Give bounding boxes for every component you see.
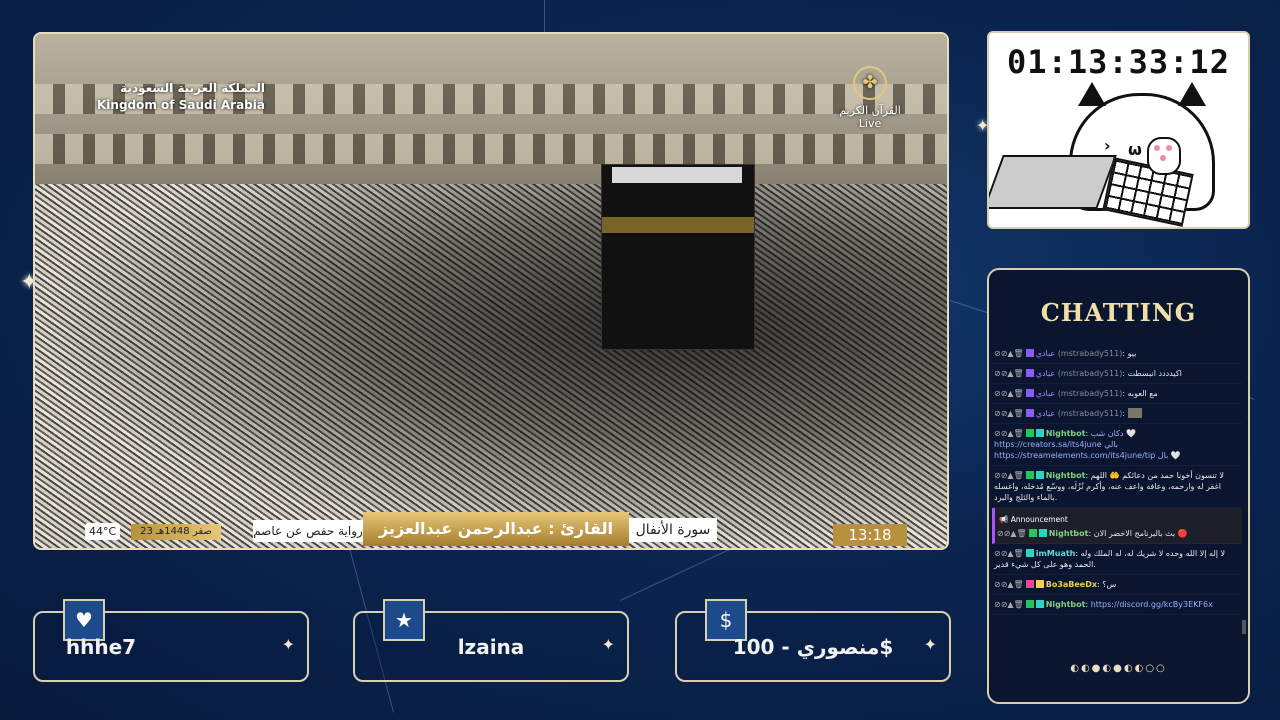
mod-icons[interactable]: ⊘⊘▲🗑 — [994, 429, 1024, 438]
chat-message: ⊘⊘▲🗑 Nightbot: دكان شب 🤍 https://creators… — [992, 424, 1242, 466]
hijri-date: 23 صفر 1448هـ — [131, 524, 221, 540]
mod-icons[interactable]: ⊘⊘▲🗑 — [994, 549, 1024, 558]
follower-panel: ♥ hhhe7 ✦ — [33, 599, 309, 682]
clock-time: 13:18 — [833, 524, 907, 546]
stream-video[interactable]: المملكة العربية السعودية Kingdom of Saud… — [33, 32, 949, 550]
ksa-logo: المملكة العربية السعودية Kingdom of Saud… — [97, 81, 265, 112]
announcement-header: 📢 Announcement — [999, 515, 1068, 524]
mod-icons[interactable]: ⊘⊘▲🗑 — [997, 529, 1027, 538]
chat-message: ⊘⊘▲🗑 Nightbot: https://discord.gg/kcBy3EK… — [992, 595, 1242, 615]
donation-panel: $ منصوري - 100$ ✦ — [675, 599, 951, 682]
mouse-pad — [989, 155, 1117, 209]
chat-title: CHATTING — [1040, 298, 1197, 327]
sparkle-icon: ✦ — [601, 635, 615, 654]
chat-message: ⊘⊘▲🗑 عبادي (mstrabady511): بيو — [992, 344, 1242, 364]
mosque-arcade — [35, 34, 947, 204]
chat-messages[interactable]: ⊘⊘▲🗑 عبادي (mstrabady511): بيو ⊘⊘▲🗑 عبادي … — [992, 344, 1242, 644]
moon-phase-pager: ◐◐●◐●◐◐○○ — [1070, 663, 1167, 674]
riwaya-label: رواية حفص عن عاصم — [253, 520, 363, 542]
cat-paw — [1147, 137, 1181, 175]
chat-panel: CHATTING ⊘⊘▲🗑 عبادي (mstrabady511): بيو ⊘… — [987, 268, 1250, 704]
mod-icons[interactable]: ⊘⊘▲🗑 — [994, 389, 1024, 398]
chat-scrollbar[interactable] — [1242, 620, 1246, 634]
chat-message: ⊘⊘▲🗑 imMuath: لا إله إلا الله وحده لا شري… — [992, 544, 1242, 575]
mod-icons[interactable]: ⊘⊘▲🗑 — [994, 471, 1024, 480]
stream-timer: 01:13:33:12 — [1007, 43, 1230, 81]
crowd-plaza — [35, 184, 947, 548]
sparkle-icon: ✦ — [923, 635, 937, 654]
emblem-icon: ✤ — [853, 66, 887, 100]
megaphone-icon: 📢 — [999, 515, 1009, 524]
emote — [1127, 408, 1142, 418]
surah-label: سورة الأنفال — [629, 518, 717, 542]
mod-icons[interactable]: ⊘⊘▲🗑 — [994, 409, 1024, 418]
latest-follower: hhhe7 — [65, 635, 137, 659]
chat-message: ⊘⊘▲🗑 عبادي (mstrabady511): — [992, 404, 1242, 424]
sparkle-icon: ✦ — [281, 635, 295, 654]
latest-subscriber: lzaina — [457, 635, 525, 659]
stream-timer-widget: 01:13:33:12 › ω ‹ — [987, 31, 1250, 229]
mod-icons[interactable]: ⊘⊘▲🗑 — [994, 600, 1024, 609]
arch-row — [35, 134, 947, 164]
lower-third: 44°C 23 صفر 1448هـ رواية حفص عن عاصم الق… — [35, 504, 947, 548]
temperature: 44°C — [85, 523, 121, 540]
latest-donation: منصوري - 100$ — [732, 635, 894, 659]
mod-icons[interactable]: ⊘⊘▲🗑 — [994, 580, 1024, 589]
subscriber-panel: ★ lzaina ✦ — [353, 599, 629, 682]
chat-message: ⊘⊘▲🗑 عبادي (mstrabady511): اكيدددد انبسطت — [992, 364, 1242, 384]
channel-logo: ✤ القرآن الكريم Live — [825, 66, 915, 130]
chat-message: ⊘⊘▲🗑 Bo3aBeeDx: س؟ — [992, 575, 1242, 595]
kaaba — [601, 164, 755, 350]
chat-message: ⊘⊘▲🗑 Nightbot: لا تنسون أخونا حمد من دعائ… — [992, 466, 1242, 508]
announcement-message: 📢 Announcement ⊘⊘▲🗑 Nightbot: بث بالبرنام… — [992, 508, 1242, 544]
mod-icons[interactable]: ⊘⊘▲🗑 — [994, 349, 1024, 358]
reciter-label: القارئ : عبدالرحمن عبدالعزيز السديس — [363, 512, 629, 546]
chat-message: ⊘⊘▲🗑 عبادي (mstrabady511): مع العوبه — [992, 384, 1242, 404]
mod-icons[interactable]: ⊘⊘▲🗑 — [994, 369, 1024, 378]
